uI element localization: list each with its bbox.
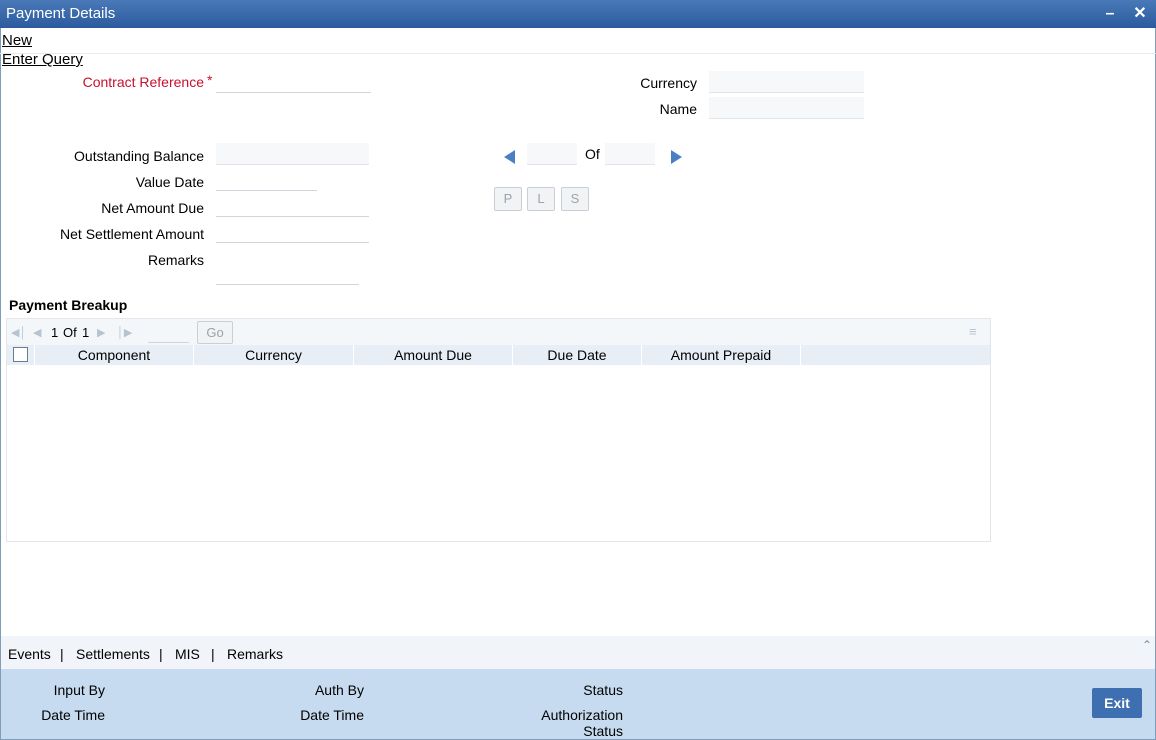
bottom-tabs: Events | Settlements | MIS | Remarks ⌃: [1, 636, 1155, 669]
required-marker: *: [207, 72, 213, 88]
tab-events[interactable]: Events: [8, 646, 51, 662]
record-total-field[interactable]: [605, 143, 655, 165]
last-page-icon[interactable]: │▶: [117, 326, 132, 339]
net-settlement-amount-label: Net Settlement Amount: [60, 226, 204, 242]
outstanding-balance-field[interactable]: [216, 143, 369, 165]
column-header-amount-due[interactable]: Amount Due: [354, 345, 513, 365]
page-total: 1: [82, 325, 90, 340]
name-field[interactable]: [709, 97, 864, 119]
payment-breakup-title: Payment Breakup: [9, 297, 128, 313]
currency-label: Currency: [640, 75, 697, 91]
column-header-component[interactable]: Component: [35, 345, 194, 365]
contract-reference-label: Contract Reference: [82, 74, 204, 90]
p-button[interactable]: P: [494, 187, 522, 211]
grid-options-icon[interactable]: ≡: [969, 324, 977, 339]
value-date-label: Value Date: [135, 174, 204, 190]
next-page-icon[interactable]: ▶: [97, 326, 105, 339]
remarks-label: Remarks: [147, 252, 204, 268]
grid-header: Component Currency Amount Due Due Date A…: [7, 345, 990, 365]
authorization-status-label: Status: [583, 723, 623, 739]
title-bar: Payment Details – ✕: [0, 0, 1156, 28]
tab-mis[interactable]: MIS: [175, 646, 200, 662]
divider: [0, 53, 1156, 54]
new-link[interactable]: New: [2, 32, 32, 49]
payment-breakup-grid: ◀│ ◀ 1 Of 1 ▶ │▶ Go ≡ Component Currency…: [6, 318, 991, 542]
record-current-field[interactable]: [527, 143, 577, 165]
grid-toolbar: ◀│ ◀ 1 Of 1 ▶ │▶ Go ≡: [7, 319, 990, 345]
tab-separator: |: [60, 646, 64, 662]
net-amount-due-label: Net Amount Due: [101, 200, 204, 216]
name-label: Name: [659, 101, 697, 117]
remarks-field[interactable]: [216, 263, 359, 285]
auth-by-label: Auth By: [314, 682, 364, 698]
input-by-label: Input By: [53, 682, 105, 698]
tab-separator: |: [159, 646, 163, 662]
of-label: Of: [585, 146, 600, 162]
auth-date-time-label: Date Time: [300, 707, 364, 723]
authorization-label: Authorization: [541, 707, 623, 723]
currency-field[interactable]: [709, 71, 864, 93]
date-time-label: Date Time: [41, 707, 105, 723]
page-number-input[interactable]: [148, 321, 189, 343]
page-of-label: Of: [63, 325, 77, 340]
s-button[interactable]: S: [561, 187, 589, 211]
select-all-cell: [7, 345, 35, 365]
go-button[interactable]: Go: [197, 321, 233, 344]
net-amount-due-field[interactable]: [216, 195, 369, 217]
audit-footer: Input By Date Time Auth By Date Time Sta…: [1, 669, 1155, 739]
exit-button[interactable]: Exit: [1092, 688, 1142, 718]
page-current: 1: [51, 325, 59, 340]
tab-remarks[interactable]: Remarks: [227, 646, 283, 662]
first-page-icon[interactable]: ◀│: [11, 326, 26, 339]
window-title: Payment Details: [6, 5, 116, 22]
value-date-field[interactable]: [216, 169, 317, 191]
close-icon[interactable]: ✕: [1130, 4, 1150, 24]
select-all-checkbox[interactable]: [13, 347, 28, 362]
status-label: Status: [583, 682, 623, 698]
column-header-amount-prepaid[interactable]: Amount Prepaid: [642, 345, 801, 365]
minimize-icon[interactable]: –: [1100, 4, 1120, 24]
tab-settlements[interactable]: Settlements: [76, 646, 150, 662]
previous-record-icon[interactable]: [504, 150, 515, 164]
tab-separator: |: [211, 646, 215, 662]
l-button[interactable]: L: [527, 187, 555, 211]
column-header-currency[interactable]: Currency: [194, 345, 354, 365]
outstanding-balance-label: Outstanding Balance: [74, 148, 204, 164]
prev-page-icon[interactable]: ◀: [33, 326, 41, 339]
chevron-up-icon[interactable]: ⌃: [1142, 638, 1152, 652]
net-settlement-amount-field[interactable]: [216, 221, 369, 243]
contract-reference-input[interactable]: [216, 71, 371, 93]
column-header-due-date[interactable]: Due Date: [513, 345, 642, 365]
next-record-icon[interactable]: [671, 150, 682, 164]
